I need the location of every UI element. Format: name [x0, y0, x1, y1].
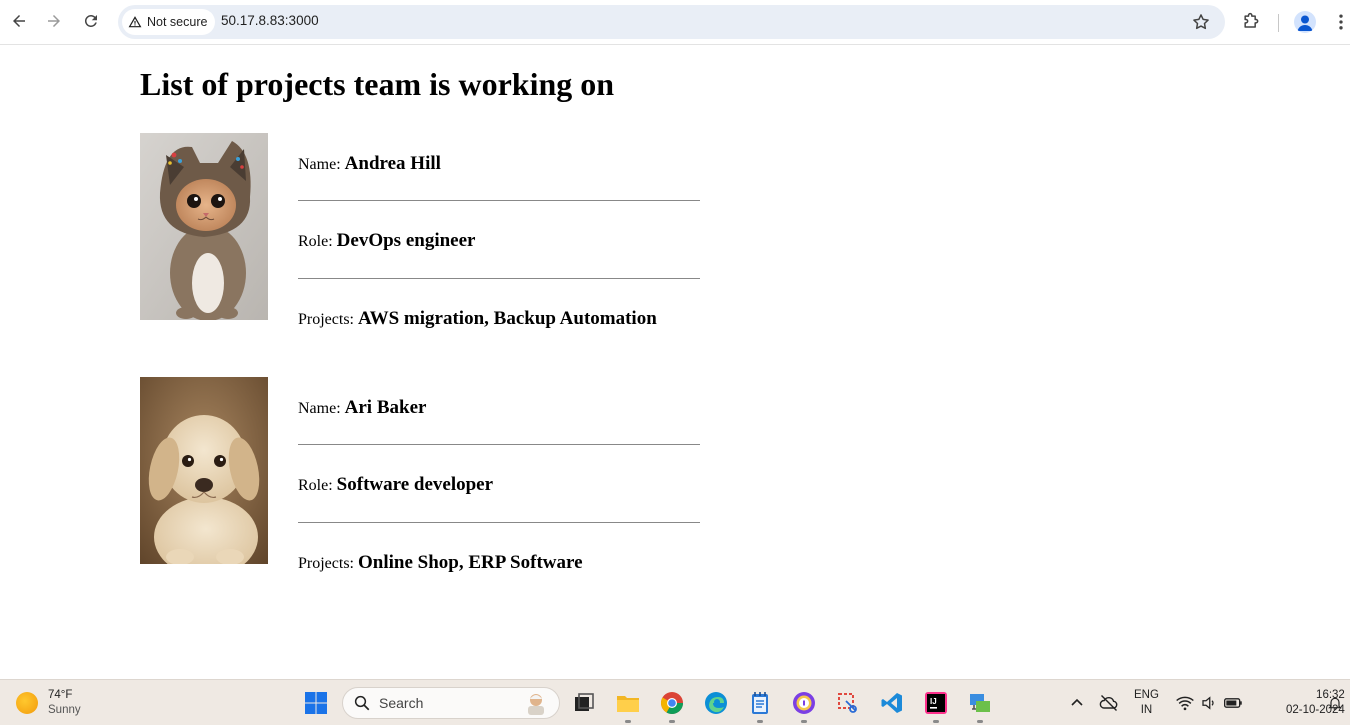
scissors-icon	[838, 693, 857, 713]
member-projects: Online Shop, ERP Software	[358, 552, 583, 573]
onedrive-status-button[interactable]	[1096, 690, 1122, 716]
volume-status[interactable]	[1196, 690, 1222, 716]
name-label: Name:	[298, 156, 341, 173]
vscode-icon	[881, 693, 902, 713]
windows-logo-icon	[305, 692, 327, 714]
role-label: Role:	[298, 233, 333, 250]
shield-lock-icon	[793, 692, 815, 714]
member-card: Name: Andrea Hill Role: DevOps engineer …	[140, 133, 700, 343]
weather-text: 74°F Sunny	[48, 688, 81, 718]
projects-label: Projects:	[298, 311, 354, 328]
toolbar-separator	[1278, 14, 1279, 32]
svg-text:IJ: IJ	[930, 697, 937, 706]
arrow-right-icon	[48, 15, 60, 27]
divider	[298, 200, 700, 201]
member-photo-kitten	[140, 133, 268, 320]
projects-label: Projects:	[298, 555, 354, 572]
extensions-button[interactable]	[1239, 10, 1263, 34]
puzzle-piece-icon	[1244, 12, 1259, 28]
role-label: Role:	[298, 477, 333, 494]
profile-avatar-button[interactable]	[1294, 11, 1316, 33]
remote-desktop-button[interactable]	[967, 690, 993, 723]
task-view-icon	[575, 693, 594, 711]
bell-icon	[1328, 697, 1342, 710]
name-label: Name:	[298, 400, 341, 417]
weather-condition: Sunny	[48, 704, 81, 716]
back-button[interactable]	[6, 8, 32, 34]
chevron-up-icon	[1071, 698, 1083, 706]
battery-status[interactable]	[1220, 690, 1246, 716]
member-projects-row: Projects: AWS migration, Backup Automati…	[298, 308, 657, 330]
vpn-app-button[interactable]	[791, 690, 817, 723]
page-title: List of projects team is working on	[140, 66, 615, 102]
lang-region: IN	[1140, 704, 1153, 716]
member-projects-row: Projects: Online Shop, ERP Software	[298, 552, 583, 574]
member-photo-puppy	[140, 377, 268, 564]
speaker-icon	[1202, 696, 1214, 710]
member-card: Name: Ari Baker Role: Software developer…	[140, 377, 700, 587]
cloud-off-icon	[1099, 694, 1118, 712]
site-security-chip[interactable]: Not secure	[122, 9, 216, 35]
divider	[298, 444, 700, 445]
url-text[interactable]: 50.17.8.83:3000	[221, 13, 319, 28]
remote-desktop-icon	[970, 694, 990, 712]
web-page: List of projects team is working on Name…	[0, 46, 1350, 679]
vscode-button[interactable]	[879, 690, 905, 716]
taskbar-search[interactable]: Search	[342, 687, 560, 719]
intellij-button[interactable]: IJ	[923, 690, 949, 723]
member-name-row: Name: Ari Baker	[298, 397, 426, 419]
input-language-indicator[interactable]: ENG IN	[1134, 688, 1159, 718]
address-bar[interactable]: Not secure 50.17.8.83:3000	[118, 5, 1225, 39]
show-hidden-icons-button[interactable]	[1064, 690, 1090, 716]
member-role-row: Role: Software developer	[298, 474, 493, 496]
sun-icon	[16, 692, 38, 714]
file-explorer-button[interactable]	[615, 690, 641, 723]
notepad-icon	[752, 692, 768, 714]
start-button[interactable]	[303, 690, 329, 716]
warning-triangle-icon	[128, 16, 142, 28]
search-highlight-icon	[528, 694, 544, 715]
member-projects: AWS migration, Backup Automation	[358, 308, 657, 329]
battery-icon	[1224, 698, 1242, 708]
task-view-button[interactable]	[571, 690, 597, 716]
search-placeholder: Search	[379, 695, 424, 711]
lang-code: ENG	[1134, 689, 1159, 701]
person-icon	[1297, 15, 1313, 31]
wifi-status[interactable]	[1172, 690, 1198, 716]
weather-widget[interactable]: 74°F Sunny	[16, 688, 81, 718]
intellij-icon: IJ	[925, 692, 947, 714]
bookmark-star-icon[interactable]	[1191, 12, 1211, 32]
arrow-left-icon	[13, 15, 25, 27]
member-name-row: Name: Andrea Hill	[298, 153, 441, 175]
browser-toolbar: Not secure 50.17.8.83:3000	[0, 0, 1350, 45]
windows-taskbar: 74°F Sunny Search IJ ENG IN 16:32 02-10-…	[0, 679, 1350, 725]
reload-button[interactable]	[78, 8, 104, 34]
snipping-tool-button[interactable]	[835, 690, 861, 716]
chrome-button[interactable]	[659, 690, 685, 723]
weather-temp: 74°F	[48, 689, 73, 701]
browser-menu-button[interactable]	[1329, 10, 1350, 34]
member-role: Software developer	[336, 474, 494, 495]
edge-button[interactable]	[703, 690, 729, 716]
search-icon	[354, 695, 370, 711]
reload-icon	[84, 14, 97, 27]
forward-button[interactable]	[41, 8, 67, 34]
chrome-icon	[661, 692, 683, 714]
wifi-icon	[1176, 696, 1194, 711]
kebab-menu-icon	[1339, 14, 1343, 30]
member-name: Ari Baker	[344, 397, 427, 418]
folder-icon	[617, 696, 639, 712]
divider	[298, 522, 700, 523]
member-role: DevOps engineer	[336, 230, 476, 251]
notifications-button[interactable]	[1322, 690, 1348, 716]
security-label: Not secure	[147, 15, 208, 29]
member-name: Andrea Hill	[344, 153, 441, 174]
divider	[298, 278, 700, 279]
member-role-row: Role: DevOps engineer	[298, 230, 475, 252]
edge-icon	[705, 692, 727, 714]
notepad-button[interactable]	[747, 690, 773, 723]
